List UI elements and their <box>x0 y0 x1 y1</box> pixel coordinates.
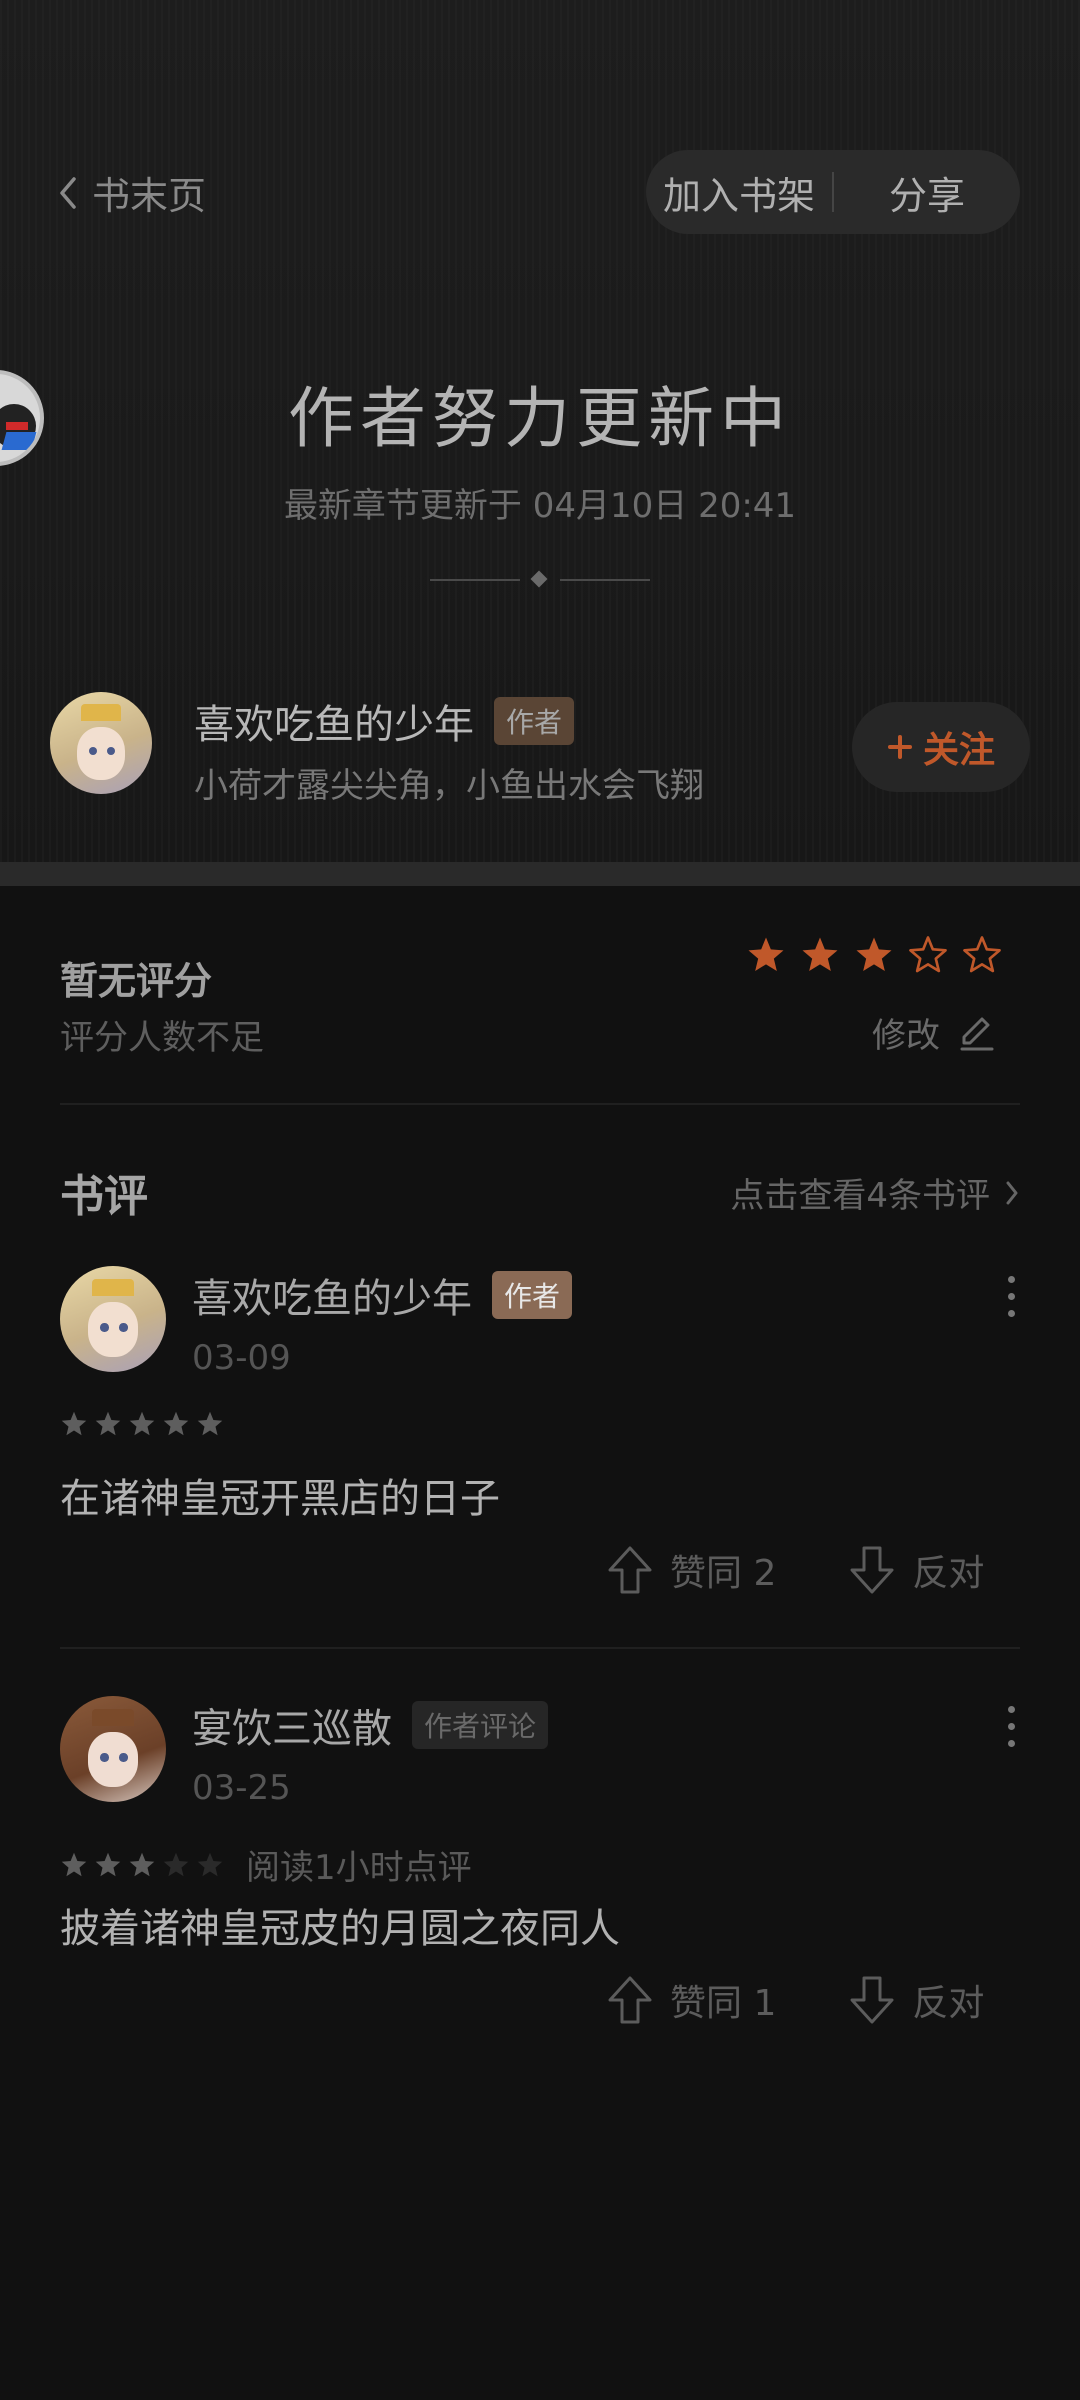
review-actions: 赞同 1 反对 <box>604 1974 984 2026</box>
view-all-reviews-link[interactable]: 点击查看4条书评 <box>730 1168 1020 1217</box>
edit-rating-button[interactable]: 修改 <box>872 1008 996 1057</box>
follow-label: 关注 <box>922 730 995 771</box>
chevron-left-icon <box>60 176 76 209</box>
reviewer-name[interactable]: 喜欢吃鱼的少年 <box>192 1266 472 1324</box>
edit-label: 修改 <box>872 1016 940 1056</box>
review-text[interactable]: 在诸神皇冠开黑店的日子 <box>60 1466 500 1524</box>
upvote-button[interactable]: 赞同 2 <box>604 1544 776 1596</box>
section-separator <box>0 862 1080 886</box>
arrow-up-icon <box>608 1976 652 2024</box>
star-filled-icon <box>129 1411 155 1436</box>
review-date: 03-25 <box>192 1768 291 1808</box>
review-stars <box>60 1410 224 1438</box>
share-button[interactable]: 分享 <box>834 165 1020 220</box>
more-options-icon[interactable] <box>1006 1706 1016 1747</box>
reviewer-tag: 作者 <box>492 1271 573 1319</box>
downvote-label: 反对 <box>912 1983 985 2024</box>
arrow-down-icon <box>850 1976 894 2024</box>
author-name-line: 喜欢吃鱼的少年 作者 <box>194 692 575 750</box>
star-filled-icon <box>95 1411 121 1436</box>
more-options-icon[interactable] <box>1006 1276 1016 1317</box>
view-all-reviews-label: 点击查看4条书评 <box>730 1176 990 1216</box>
review-item: 宴饮三巡散 作者评论 03-25 阅读1小时点评 披着诸神皇冠皮的月圆之夜同人 … <box>60 1696 1020 2036</box>
upvote-label: 赞同 1 <box>670 1983 777 2024</box>
reviewer-name[interactable]: 宴饮三巡散 <box>192 1696 392 1754</box>
star-filled-icon <box>856 937 892 971</box>
follow-button[interactable]: 关注 <box>852 702 1030 792</box>
star-filled-icon <box>748 937 784 971</box>
review-note: 阅读1小时点评 <box>246 1848 472 1888</box>
star-filled-icon <box>95 1852 121 1876</box>
star-empty-icon <box>197 1852 223 1876</box>
divider <box>60 1103 1020 1105</box>
reviewer-avatar[interactable] <box>60 1696 166 1802</box>
arrow-down-icon <box>850 1546 894 1594</box>
reviewer-name-line: 喜欢吃鱼的少年 作者 <box>192 1266 573 1324</box>
star-filled-icon <box>197 1411 223 1436</box>
divider <box>60 1647 1020 1649</box>
review-date: 03-09 <box>192 1338 291 1378</box>
author-tag: 作者 <box>494 697 575 745</box>
back-button[interactable]: 书末页 <box>56 165 206 220</box>
review-text[interactable]: 披着诸神皇冠皮的月圆之夜同人 <box>60 1896 620 1954</box>
review-stars: 阅读1小时点评 <box>60 1840 472 1889</box>
review-item: 喜欢吃鱼的少年 作者 03-09 在诸神皇冠开黑店的日子 赞同 2 反对 <box>60 1266 1020 1606</box>
add-to-shelf-button[interactable]: 加入书架 <box>646 165 832 220</box>
back-label: 书末页 <box>92 174 207 218</box>
downvote-button[interactable]: 反对 <box>846 1544 984 1596</box>
star-filled-icon <box>129 1852 155 1876</box>
book-end-header: 书末页 加入书架 分享 作者努力更新中 最新章节更新于 04月10日 20:41… <box>0 0 1080 862</box>
upvote-button[interactable]: 赞同 1 <box>604 1974 776 2026</box>
star-empty-icon <box>963 936 1001 973</box>
arrow-up-icon <box>608 1546 652 1594</box>
reviewer-avatar[interactable] <box>60 1266 166 1372</box>
author-name[interactable]: 喜欢吃鱼的少年 <box>194 692 474 750</box>
star-filled-icon <box>61 1852 87 1876</box>
pencil-icon <box>960 1017 994 1050</box>
reviews-title: 书评 <box>60 1171 148 1222</box>
header-actions: 加入书架 分享 <box>646 150 1020 234</box>
star-filled-icon <box>163 1411 189 1436</box>
chevron-right-icon <box>1006 1181 1018 1204</box>
plus-icon <box>887 735 912 759</box>
author-card: 喜欢吃鱼的少年 作者 小荷才露尖尖角，小鱼出水会飞翔 关注 <box>50 692 1030 806</box>
review-actions: 赞同 2 反对 <box>604 1544 984 1596</box>
star-empty-icon <box>909 936 947 973</box>
star-empty-icon <box>163 1852 189 1876</box>
downvote-label: 反对 <box>912 1553 985 1594</box>
ornament-divider <box>430 570 650 590</box>
upvote-label: 赞同 2 <box>670 1553 777 1594</box>
star-filled-icon <box>61 1411 87 1436</box>
update-status-title: 作者努力更新中 <box>288 380 792 457</box>
star-filled-icon <box>802 937 838 971</box>
rating-title: 暂无评分 <box>60 959 213 1003</box>
latest-update-time: 最新章节更新于 04月10日 20:41 <box>283 486 797 526</box>
downvote-button[interactable]: 反对 <box>846 1974 984 2026</box>
my-rating-stars[interactable] <box>746 935 1002 975</box>
author-avatar[interactable] <box>50 692 152 794</box>
reviewer-tag: 作者评论 <box>412 1701 549 1749</box>
reviewer-name-line: 宴饮三巡散 作者评论 <box>192 1696 549 1754</box>
rating-subtitle: 评分人数不足 <box>60 1018 264 1058</box>
author-signature: 小荷才露尖尖角，小鱼出水会飞翔 <box>194 766 704 806</box>
